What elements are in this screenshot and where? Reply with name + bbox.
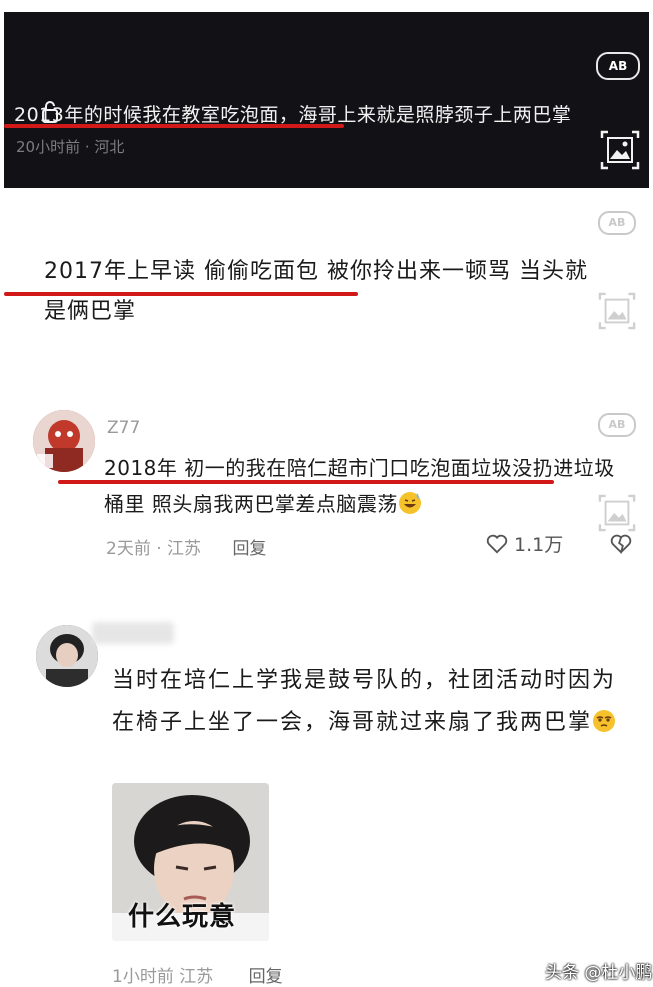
comment-text: 2018年 初一的我在陪仁超市门口吃泡面垃圾没扔进垃圾桶里 照头扇我两巴掌差点脑… [104, 456, 615, 516]
translate-button[interactable]: AB [596, 52, 640, 80]
comment-image[interactable]: 什么玩意 [112, 783, 269, 941]
watermark: 头条 @杜小鹏 [545, 963, 653, 983]
highlight-underline [58, 480, 554, 484]
comment-meta: 20小时前 · 河北 [16, 138, 125, 156]
comment-text: 当时在培仁上学我是鼓号队的，社团活动时因为在椅子上坐了一会，海哥就过来扇了我两巴… [112, 668, 617, 735]
comment-time-location: 1小时前 江苏 [112, 967, 214, 987]
translate-button[interactable]: AB [598, 211, 636, 235]
comment-meta: 1小时前 江苏 回复 [112, 962, 283, 987]
avatar[interactable] [36, 625, 98, 687]
comment-time-location: 2天前 · 江苏 [106, 539, 202, 559]
username-blurred [92, 622, 174, 644]
like-count: 1.1万 [514, 534, 564, 556]
dizzy-face-emoji-icon [593, 710, 616, 732]
highlight-underline [4, 124, 344, 128]
image-icon[interactable] [600, 130, 640, 170]
highlight-underline [4, 292, 358, 296]
translate-button[interactable]: AB [598, 413, 636, 437]
comment-meta: 2天前 · 江苏 回复 [106, 534, 266, 559]
username[interactable]: Z77 [107, 418, 140, 438]
lock-icon [42, 101, 58, 123]
reply-button[interactable]: 回复 [232, 539, 266, 559]
grinning-sweat-emoji-icon [398, 492, 421, 514]
image-icon[interactable] [598, 292, 636, 330]
like-button[interactable]: 1.1万 [486, 530, 563, 557]
avatar[interactable] [33, 410, 95, 472]
image-icon[interactable] [598, 494, 636, 532]
image-caption: 什么玩意 [128, 902, 237, 932]
reply-button[interactable]: 回复 [249, 967, 283, 987]
heart-icon [486, 534, 508, 554]
broken-heart-icon[interactable] [610, 533, 632, 555]
comment-text: 2013年的时候我在教室吃泡面，海哥上来就是照脖颈子上两巴掌 [14, 104, 572, 126]
